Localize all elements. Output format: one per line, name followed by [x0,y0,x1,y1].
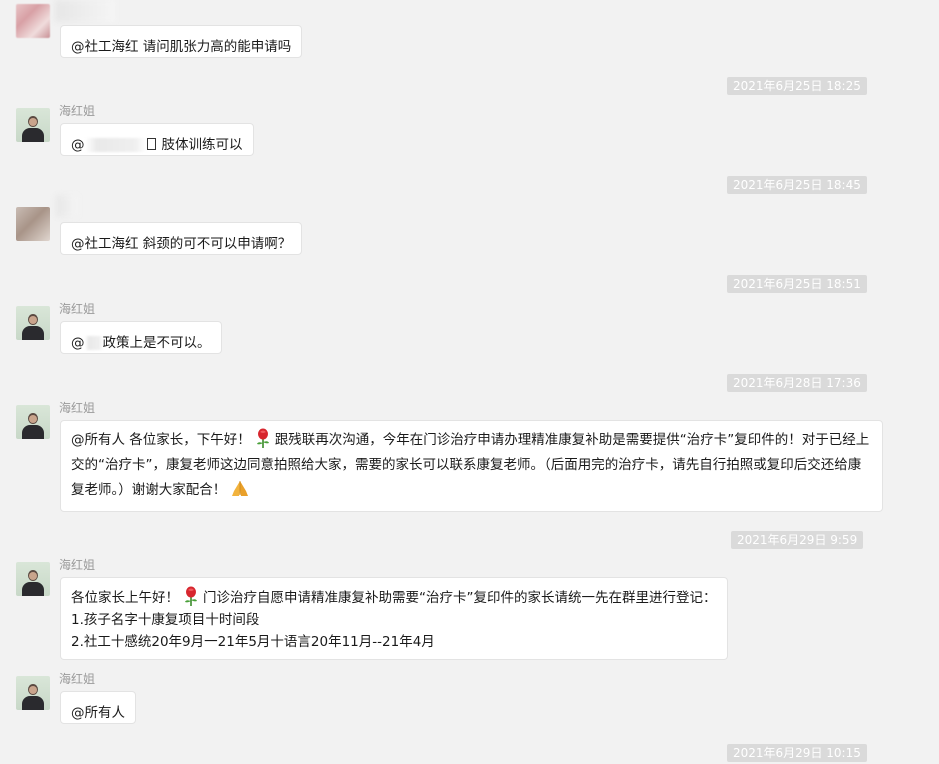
redacted-name [55,0,115,22]
missing-glyph-icon [146,138,156,150]
message-line: 各位家长上午好！ 门诊治疗自愿申请精准康复补助需要“治疗卡”复印件的家长请统一先在… [71,586,717,609]
avatar[interactable] [16,306,50,340]
message-bubble: 各位家长上午好！ 门诊治疗自愿申请精准康复补助需要“治疗卡”复印件的家长请统一先在… [60,577,728,660]
avatar[interactable] [16,108,50,142]
avatar[interactable] [16,562,50,596]
sender-name: 海红姐 [59,401,96,415]
rose-emoji-icon [185,586,197,606]
timestamp: 2021年6月29日 9:59 [731,531,864,549]
timestamp: 2021年6月28日 17:36 [727,374,867,392]
message-line: 1.孩子名字十康复项目十时间段 [71,612,260,628]
message-bubble: @所有人 各位家长，下午好！ 跟残联再次沟通，今年在门诊治疗申请办理精准康复补助是… [60,420,883,512]
message-text: @社工海红 请问肌张力高的能申请吗 [71,39,292,55]
timestamp: 2021年6月25日 18:25 [727,77,867,95]
sender-name: 海红姐 [59,558,96,572]
timestamp: 2021年6月25日 18:51 [727,275,867,293]
redacted-name [56,195,78,217]
message-text: @所有人 [71,705,125,721]
message-text: 各位家长上午好！ [71,590,179,606]
message-text: @社工海红 斜颈的可不可以申请啊？ [71,236,292,252]
avatar[interactable] [16,676,50,710]
avatar[interactable] [16,4,50,38]
folded-hands-emoji-icon [232,481,249,496]
message-bubble: @社工海红 斜颈的可不可以申请啊？ [60,222,303,255]
redacted-mention [84,138,147,152]
rose-emoji-icon [256,428,269,448]
timestamp: 2021年6月25日 18:45 [727,176,867,194]
redacted-mention [84,336,103,350]
message-line: 2.社工十感统20年9月一21年5月十语言20年11月--21年4月 [71,634,435,650]
message-text: @所有人 各位家长，下午好！ [71,432,251,448]
message-text-prefix: @ [71,335,85,351]
message-text-prefix: @ [71,137,85,153]
sender-name: 海红姐 [59,672,96,686]
message-bubble: @ 肢体训练可以 [60,123,254,156]
avatar[interactable] [16,207,50,241]
message-bubble: @ 政策上是不可以。 [60,321,222,354]
message-text: 肢体训练可以 [161,137,243,153]
avatar[interactable] [16,405,50,439]
sender-name: 海红姐 [59,104,96,118]
message-bubble: @社工海红 请问肌张力高的能申请吗 [60,25,303,58]
message-text: 门诊治疗自愿申请精准康复补助需要“治疗卡”复印件的家长请统一先在群里进行登记： [203,590,717,606]
message-bubble: @所有人 [60,691,136,724]
message-text: 政策上是不可以。 [102,335,211,351]
timestamp: 2021年6月29日 10:15 [727,744,867,762]
sender-name: 海红姐 [59,302,96,316]
